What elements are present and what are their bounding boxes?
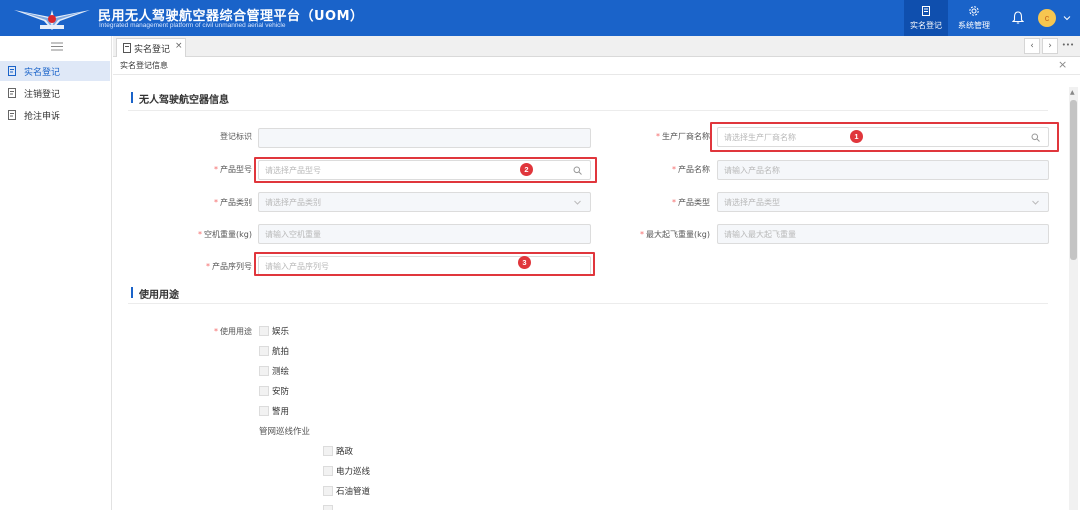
- usage-checkbox-entertainment[interactable]: [259, 326, 269, 336]
- sidebar-item-realname-registration[interactable]: 实名登记: [0, 61, 110, 81]
- document-icon: [8, 110, 16, 120]
- usage-checkbox-power-line[interactable]: [323, 466, 333, 476]
- document-icon: [922, 6, 930, 16]
- sidebar-item-appeal[interactable]: 抢注申诉: [0, 105, 110, 125]
- serial-number-label: * 产品序列号: [206, 262, 252, 271]
- usage-checkbox-surveying[interactable]: [259, 366, 269, 376]
- bell-icon[interactable]: [1012, 11, 1024, 24]
- annotation-highlight-2: [254, 157, 597, 183]
- max-takeoff-weight-input[interactable]: 请输入最大起飞重量: [717, 224, 1049, 244]
- chevron-down-icon: [1032, 200, 1039, 205]
- sidebar-item-label: 实名登记: [24, 68, 61, 78]
- chevron-down-icon: [574, 200, 581, 205]
- app-header: 民用无人驾驶航空器综合管理平台（UOM） Integrated manageme…: [0, 0, 1080, 36]
- nav-system-management[interactable]: 系统管理: [952, 0, 996, 36]
- product-model-label: * 产品型号: [214, 165, 252, 174]
- registration-id-input[interactable]: [258, 128, 591, 148]
- tab-more-button[interactable]: •••: [1060, 38, 1076, 54]
- usage-label: * 使用用途: [214, 327, 252, 336]
- divider: [128, 303, 1048, 304]
- tab-label: 实名登记: [134, 45, 171, 55]
- settings-icon: [969, 6, 979, 16]
- app-subtitle: Integrated management platform of civil …: [99, 22, 286, 29]
- document-icon: [123, 43, 131, 53]
- sidebar-item-label: 抢注申诉: [24, 112, 61, 122]
- tab-next-button[interactable]: ›: [1042, 38, 1058, 54]
- product-type-select[interactable]: 请选择产品类型: [717, 192, 1049, 212]
- document-icon: [8, 88, 16, 98]
- usage-option-label: 测绘: [272, 367, 290, 377]
- section-title-uav-info: 无人驾驶航空器信息: [139, 95, 229, 106]
- usage-checkbox-oil-pipeline[interactable]: [323, 486, 333, 496]
- section-marker: [131, 287, 133, 298]
- nav-label: 系统管理: [958, 21, 990, 30]
- product-name-input[interactable]: 请输入产品名称: [717, 160, 1049, 180]
- chevron-down-icon[interactable]: [1063, 14, 1071, 22]
- hamburger-icon[interactable]: [51, 42, 63, 51]
- usage-option-label: 娱乐: [272, 327, 290, 337]
- usage-option-label: 安防: [272, 387, 290, 397]
- annotation-highlight-1: [710, 122, 1059, 152]
- sidebar-item-label: 注销登记: [24, 90, 61, 100]
- usage-group-label: 管网巡线作业: [259, 427, 311, 437]
- annotation-badge-2: 2: [520, 163, 533, 176]
- empty-weight-label: * 空机重量(kg): [198, 230, 252, 239]
- page-breadcrumb: 实名登记信息: [120, 61, 168, 70]
- usage-checkbox-more[interactable]: [323, 505, 333, 510]
- usage-option-label: 路政: [336, 447, 354, 457]
- scroll-up-icon[interactable]: ▲: [1070, 89, 1075, 96]
- usage-checkbox-police[interactable]: [259, 406, 269, 416]
- manufacturer-label: * 生产厂商名称: [656, 132, 710, 141]
- sidebar: 实名登记 注销登记 抢注申诉: [0, 36, 112, 510]
- usage-option-label: 石油管道: [336, 487, 371, 497]
- caac-logo-icon: [14, 10, 90, 30]
- usage-checkbox-road[interactable]: [323, 446, 333, 456]
- document-icon: [8, 66, 16, 76]
- avatar[interactable]: c: [1038, 9, 1056, 27]
- annotation-badge-1: 1: [850, 130, 863, 143]
- usage-checkbox-security[interactable]: [259, 386, 269, 396]
- tab-realname-registration[interactable]: 实名登记 ×: [116, 38, 186, 57]
- divider: [113, 74, 1080, 75]
- usage-option-label: 电力巡线: [336, 467, 371, 477]
- usage-option-label: 航拍: [272, 347, 290, 357]
- empty-weight-input[interactable]: 请输入空机重量: [258, 224, 591, 244]
- scrollbar-thumb[interactable]: [1070, 100, 1077, 260]
- max-takeoff-weight-label: * 最大起飞重量(kg): [640, 230, 710, 239]
- usage-checkbox-aerial-photo[interactable]: [259, 346, 269, 356]
- divider: [128, 110, 1048, 111]
- usage-option-label: 警用: [272, 407, 290, 417]
- annotation-badge-3: 3: [518, 256, 531, 269]
- section-marker: [131, 92, 133, 103]
- annotation-highlight-3: [254, 252, 595, 276]
- nav-label: 实名登记: [910, 21, 942, 30]
- product-category-select[interactable]: 请选择产品类别: [258, 192, 591, 212]
- tab-close-button[interactable]: ×: [175, 41, 183, 51]
- product-type-label: * 产品类型: [672, 198, 710, 207]
- product-name-label: * 产品名称: [672, 165, 710, 174]
- product-category-label: * 产品类别: [214, 198, 252, 207]
- sidebar-item-deregistration[interactable]: 注销登记: [0, 83, 110, 103]
- tab-prev-button[interactable]: ‹: [1024, 38, 1040, 54]
- close-page-button[interactable]: ×: [1058, 58, 1067, 71]
- nav-realname-registration[interactable]: 实名登记: [904, 0, 948, 36]
- tab-bar: 实名登记 × ‹ › •••: [113, 36, 1080, 57]
- registration-id-label: 登记标识: [220, 132, 252, 141]
- section-title-usage: 使用用途: [139, 290, 179, 301]
